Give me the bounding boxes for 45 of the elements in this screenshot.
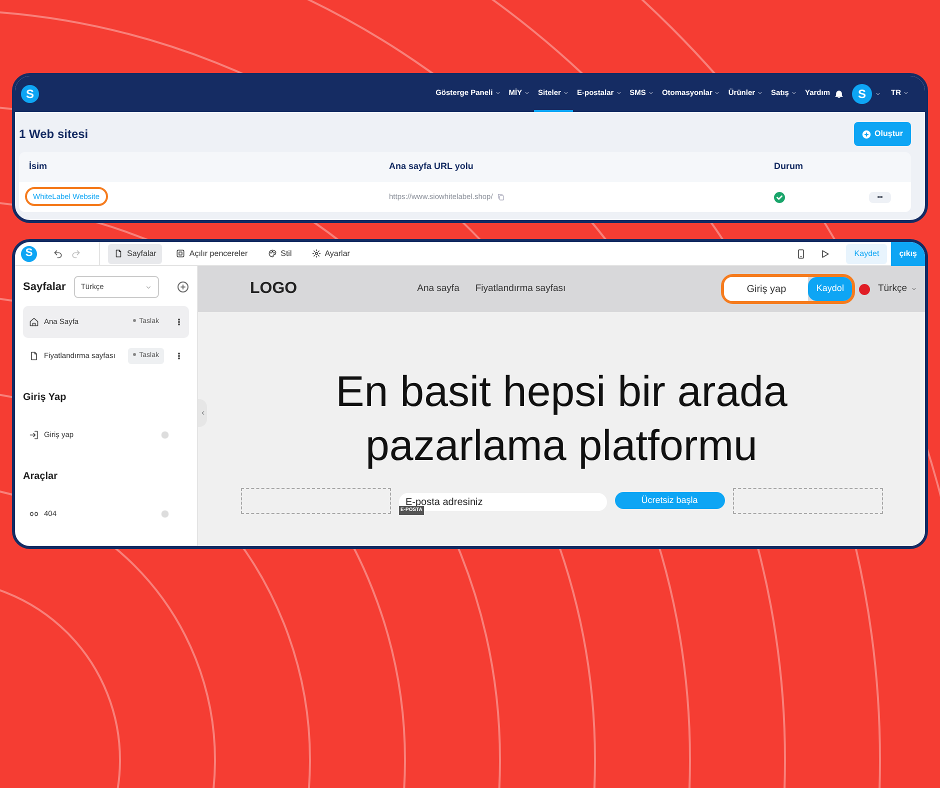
play-icon[interactable] [820,248,830,258]
collapse-handle[interactable] [198,399,207,427]
page-title: 1 Web sitesi [19,126,88,143]
settings-icon [312,249,321,258]
section-title: Araçlar [23,470,58,484]
login-icon [29,430,39,440]
logo: S [21,246,37,262]
palette-icon [268,249,277,258]
caret-icon [903,90,909,96]
toolbar-tab[interactable]: Açılır pencereler [170,244,254,264]
flag-icon [858,284,870,294]
section-title: Giriş Yap [23,391,68,405]
headline: En basit hepsi bir arada pazarlama platformu [336,367,788,472]
column-header: Ana sayfa URL yolu [389,160,474,174]
sidebar-title: Sayfalar [23,280,66,295]
caret-icon [145,284,152,290]
toolbar-tab[interactable]: Stil [262,244,298,264]
info-dot-icon [161,431,169,439]
column-header: Durum [774,160,804,174]
toolbar-tab[interactable]: Ayarlar [306,244,356,264]
logo: S [21,85,39,103]
caret-icon [875,91,881,97]
caret-icon [911,286,917,292]
logo-text: LOGO [250,279,298,299]
window-icon [176,249,186,258]
more-vertical-icon[interactable] [175,317,183,327]
nav-link[interactable]: Fiyatlandırma sayfası [475,282,566,296]
more-vertical-icon[interactable] [175,351,183,361]
mobile-preview-icon[interactable] [796,248,806,258]
toolbar-tab[interactable]: Sayfalar [108,244,162,264]
page-icon [114,249,123,258]
column-header: İsim [28,160,48,174]
plus-circle-icon [862,130,871,138]
home-icon [29,317,39,327]
page-icon [29,351,39,361]
add-icon[interactable] [177,281,189,293]
bell-icon[interactable] [834,89,844,99]
link-icon [29,509,39,519]
more-button[interactable] [869,192,891,202]
language-menu[interactable]: Türkçe [878,282,917,296]
chevron-left-icon [200,409,206,417]
nav-link[interactable]: Ana sayfa [417,282,460,296]
undo-icon[interactable] [53,248,63,258]
info-dot-icon [161,510,169,518]
login-button[interactable]: Giriş yap [724,277,808,301]
